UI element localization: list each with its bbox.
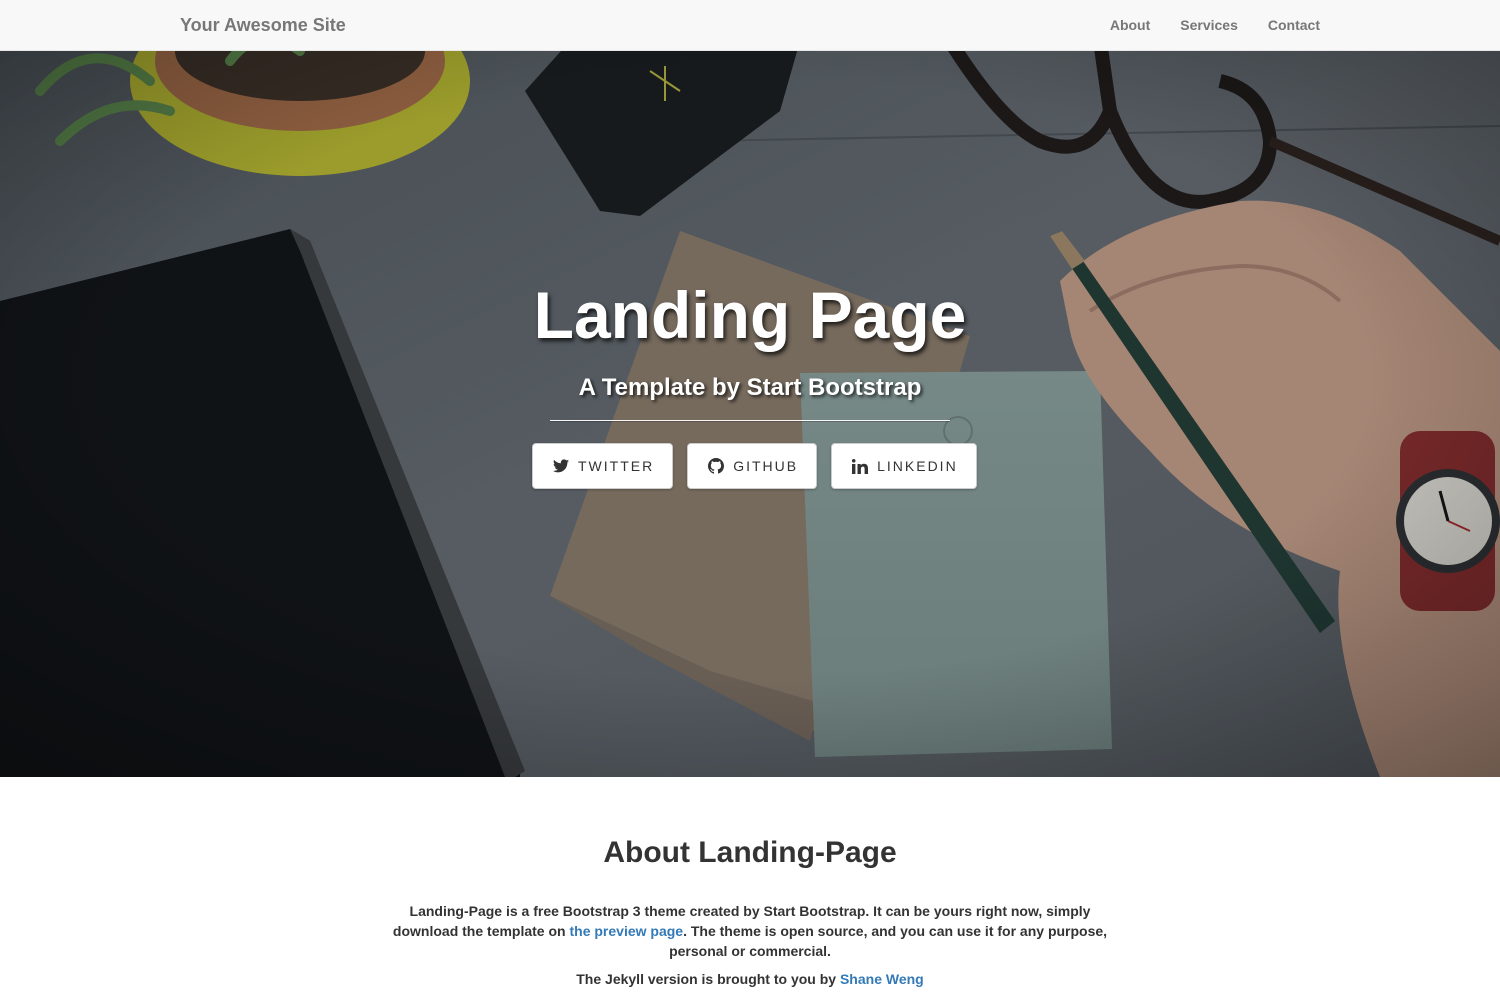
linkedin-button-label: LINKEDIN (877, 458, 958, 474)
twitter-button-label: TWITTER (578, 458, 655, 474)
nav-link-contact[interactable]: Contact (1268, 17, 1320, 33)
nav-links: About Services Contact (1110, 17, 1320, 33)
author-link[interactable]: Shane Weng (840, 971, 924, 987)
about-section: About Landing-Page Landing-Page is a fre… (0, 777, 1500, 1000)
twitter-button[interactable]: TWITTER (532, 443, 674, 489)
hero-content: Landing Page A Template by Start Bootstr… (0, 51, 1500, 777)
social-buttons: TWITTER GITHUB LINKEDIN (532, 443, 977, 489)
about-description: Landing-Page is a free Bootstrap 3 theme… (385, 901, 1115, 961)
site-brand-link[interactable]: Your Awesome Site (180, 15, 346, 36)
about-title: About Landing-Page (603, 836, 897, 869)
about-credit: The Jekyll version is brought to you by … (0, 971, 1500, 987)
about-text-part-2: . The theme is open source, and you can … (669, 923, 1108, 959)
hero-divider (550, 420, 950, 422)
hero-title: Landing Page (533, 278, 967, 352)
github-button-label: GITHUB (733, 458, 799, 474)
preview-page-link[interactable]: the preview page (569, 923, 683, 939)
hero-section: Landing Page A Template by Start Bootstr… (0, 51, 1500, 777)
nav-link-services[interactable]: Services (1180, 17, 1238, 33)
linkedin-icon (852, 458, 869, 474)
github-button[interactable]: GITHUB (687, 443, 818, 489)
credit-text: The Jekyll version is brought to you by (576, 971, 840, 987)
linkedin-button[interactable]: LINKEDIN (831, 443, 977, 489)
nav-link-about[interactable]: About (1110, 17, 1150, 33)
hero-subtitle: A Template by Start Bootstrap (578, 374, 922, 401)
navbar: Your Awesome Site About Services Contact (0, 0, 1500, 51)
twitter-icon (553, 459, 569, 473)
github-icon (708, 458, 725, 474)
